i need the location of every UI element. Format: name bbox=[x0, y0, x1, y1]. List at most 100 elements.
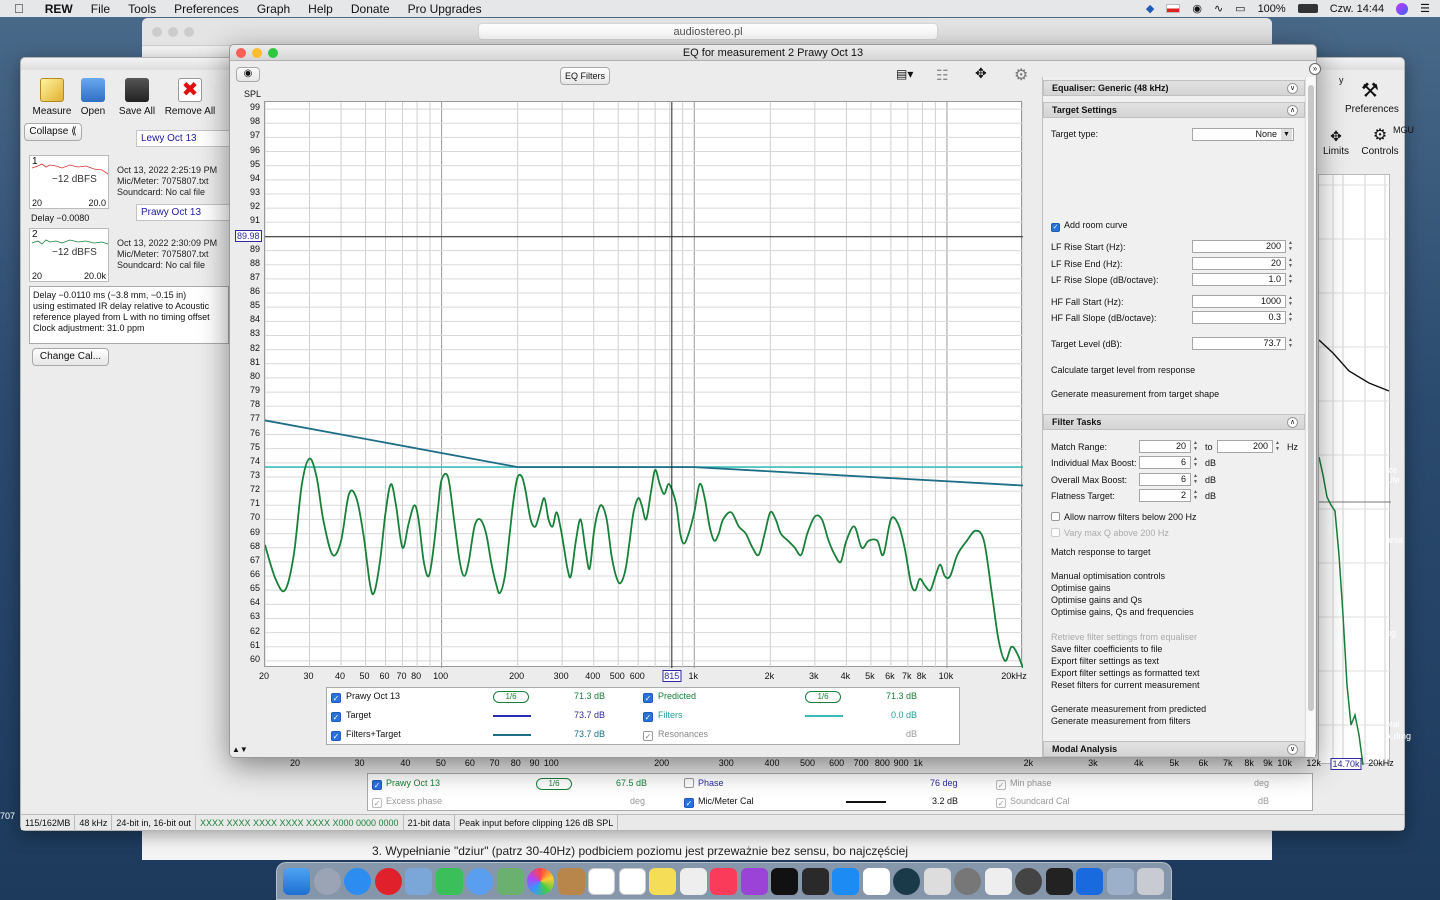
menu-donate[interactable]: Donate bbox=[342, 2, 399, 16]
generate-measurement-from-target-button[interactable]: Generate measurement from target shape bbox=[1051, 389, 1219, 399]
match-range-to-field[interactable]: 200 bbox=[1217, 440, 1273, 453]
piano-icon[interactable] bbox=[1045, 867, 1073, 895]
graph-limits-icon[interactable]: ▤▾ bbox=[896, 67, 924, 83]
main-legend-phase[interactable]: Phase bbox=[684, 778, 724, 788]
checkbox[interactable]: ✓ bbox=[643, 712, 653, 722]
target-settings-header[interactable]: Target Settings ∧ bbox=[1043, 102, 1305, 118]
stepper-icon[interactable]: ▲ ▼ bbox=[1287, 337, 1294, 350]
control-center-icon[interactable]: ☰ bbox=[1420, 2, 1430, 15]
status-memory[interactable]: 115/162MB bbox=[21, 814, 76, 831]
remove-all-button[interactable]: ✖ Remove All bbox=[159, 78, 221, 117]
system-info-icon[interactable] bbox=[801, 867, 829, 895]
close-icon[interactable] bbox=[236, 48, 246, 58]
battery-percent[interactable]: 100% bbox=[1258, 3, 1286, 15]
checkbox[interactable]: ✓ bbox=[331, 693, 341, 703]
optimise-gains-qs-button[interactable]: Optimise gains and Qs bbox=[1051, 595, 1142, 605]
roon-icon[interactable] bbox=[862, 867, 890, 895]
manual-optimisation-button[interactable]: Manual optimisation controls bbox=[1051, 571, 1165, 581]
limits-button[interactable]: ✥ Limits bbox=[1318, 126, 1354, 157]
notes-icon[interactable] bbox=[649, 867, 676, 895]
chevron-up-icon[interactable]: ∧ bbox=[1287, 105, 1298, 116]
chevron-up-icon[interactable]: ∧ bbox=[1287, 417, 1298, 428]
smoothing-badge[interactable]: 1/6 bbox=[536, 778, 572, 790]
legend-target[interactable]: ✓ Target bbox=[331, 710, 371, 722]
generate-from-predicted-button[interactable]: Generate measurement from predicted bbox=[1051, 704, 1206, 714]
apple-menu-icon[interactable]:  bbox=[0, 1, 36, 16]
retrieve-filter-settings-button[interactable]: Retrieve filter settings from equaliser bbox=[1051, 632, 1197, 642]
checkbox[interactable]: ✓ bbox=[331, 731, 341, 741]
measurement-thumb-2[interactable]: 2 −12 dBFS 20 20.0k bbox=[29, 228, 109, 282]
checkbox[interactable]: ✓ bbox=[643, 693, 653, 703]
scrollbar-thumb[interactable] bbox=[1308, 85, 1314, 711]
checkbox[interactable] bbox=[1051, 528, 1060, 537]
vary-max-q-checkbox[interactable]: Vary max Q above 200 Hz bbox=[1051, 528, 1169, 538]
columns-icon[interactable]: ☷ bbox=[936, 67, 964, 83]
checkbox[interactable]: ✓ bbox=[996, 780, 1006, 790]
eq-graph[interactable]: 89.98 815 bbox=[235, 101, 1024, 682]
save-filter-coefficients-button[interactable]: Save filter coefficients to file bbox=[1051, 644, 1162, 654]
contacts-icon[interactable] bbox=[557, 867, 585, 895]
hf-fall-start-field[interactable]: 1000 bbox=[1192, 295, 1286, 308]
legend-filters-target[interactable]: ✓ Filters+Target bbox=[331, 729, 401, 741]
checkbox[interactable] bbox=[684, 778, 694, 788]
opera-icon[interactable] bbox=[374, 867, 402, 895]
fit-icon[interactable]: ✥ bbox=[975, 65, 1003, 83]
minimize-icon[interactable] bbox=[168, 27, 178, 37]
maps-icon[interactable] bbox=[496, 867, 524, 895]
add-room-curve-checkbox[interactable]: ✓ Add room curve bbox=[1051, 220, 1128, 232]
extension-icon[interactable]: ◉ bbox=[1192, 2, 1202, 15]
flatness-target-field[interactable]: 2 bbox=[1139, 489, 1191, 502]
siri-icon[interactable] bbox=[1396, 2, 1409, 15]
target-level-field[interactable]: 73.7 bbox=[1192, 337, 1286, 350]
checkbox[interactable]: ✓ bbox=[372, 780, 382, 790]
modal-analysis-header[interactable]: Modal Analysis ∨ bbox=[1043, 741, 1305, 757]
stepper-icon[interactable]: ▲ ▼ bbox=[1287, 257, 1294, 270]
measurement-thumb-1[interactable]: 1 −12 dBFS 20 20.0 bbox=[29, 155, 109, 209]
audio-app-icon[interactable] bbox=[893, 867, 920, 895]
facetime-icon[interactable] bbox=[466, 867, 493, 895]
flag-icon[interactable] bbox=[1166, 4, 1181, 13]
main-graph-partial[interactable] bbox=[1318, 174, 1391, 766]
menu-app-name[interactable]: REW bbox=[36, 2, 82, 16]
checkbox[interactable]: ✓ bbox=[643, 731, 653, 741]
address-bar[interactable]: audiostereo.pl bbox=[478, 23, 938, 40]
export-filter-settings-button[interactable]: Export filter settings as text bbox=[1051, 656, 1159, 666]
lf-rise-slope-field[interactable]: 1.0 bbox=[1192, 273, 1286, 286]
legend-prawy[interactable]: ✓ Prawy Oct 13 bbox=[331, 691, 400, 703]
checkbox[interactable]: ✓ bbox=[331, 712, 341, 722]
checkbox[interactable]: ✓ bbox=[996, 798, 1006, 808]
resize-arrows-icon[interactable]: ▲▼ bbox=[232, 745, 248, 754]
preview-icon[interactable] bbox=[405, 867, 432, 895]
photos-icon[interactable] bbox=[527, 867, 554, 895]
menu-pro-upgrades[interactable]: Pro Upgrades bbox=[399, 2, 491, 16]
checkbox[interactable]: ✓ bbox=[684, 798, 694, 808]
target-type-select[interactable]: None ▼ bbox=[1192, 128, 1294, 141]
overall-max-boost-field[interactable]: 6 bbox=[1139, 473, 1191, 486]
scope-icon[interactable] bbox=[1015, 867, 1042, 895]
reminders-icon[interactable] bbox=[618, 867, 646, 895]
checkbox[interactable]: ✓ bbox=[372, 798, 382, 808]
legend-filters[interactable]: ✓ Filters bbox=[643, 710, 683, 722]
main-legend-soundcard-cal[interactable]: ✓ Soundcard Cal bbox=[996, 796, 1070, 808]
preferences-button[interactable]: ⚒ Preferences bbox=[1345, 78, 1399, 115]
legend-resonances[interactable]: ✓ Resonances bbox=[643, 729, 708, 741]
eq-filters-button[interactable]: EQ Filters bbox=[560, 67, 610, 85]
camera-button[interactable]: ◉ bbox=[236, 67, 260, 82]
stepper-icon[interactable]: ▲ ▼ bbox=[1192, 456, 1199, 469]
screen-mirror-icon[interactable]: ▭ bbox=[1235, 2, 1245, 15]
launchpad-icon[interactable] bbox=[313, 867, 341, 895]
menu-tools[interactable]: Tools bbox=[119, 2, 165, 16]
freeform-icon[interactable] bbox=[679, 867, 707, 895]
chevron-down-icon[interactable]: ∨ bbox=[1287, 83, 1298, 94]
hand-tool-icon[interactable] bbox=[923, 867, 951, 895]
podcasts-icon[interactable] bbox=[740, 867, 768, 895]
optimise-gains-qs-freq-button[interactable]: Optimise gains, Qs and frequencies bbox=[1051, 607, 1194, 617]
stacks-icon[interactable] bbox=[1106, 867, 1134, 895]
zoom-icon[interactable] bbox=[184, 27, 194, 37]
export-formatted-text-button[interactable]: Export filter settings as formatted text bbox=[1051, 668, 1200, 678]
lf-rise-end-field[interactable]: 20 bbox=[1192, 257, 1286, 270]
apple-tv-icon[interactable] bbox=[771, 867, 798, 895]
stepper-icon[interactable]: ▲ ▼ bbox=[1274, 440, 1281, 453]
match-range-from-field[interactable]: 20 bbox=[1139, 440, 1191, 453]
calendar-icon[interactable] bbox=[588, 867, 615, 895]
